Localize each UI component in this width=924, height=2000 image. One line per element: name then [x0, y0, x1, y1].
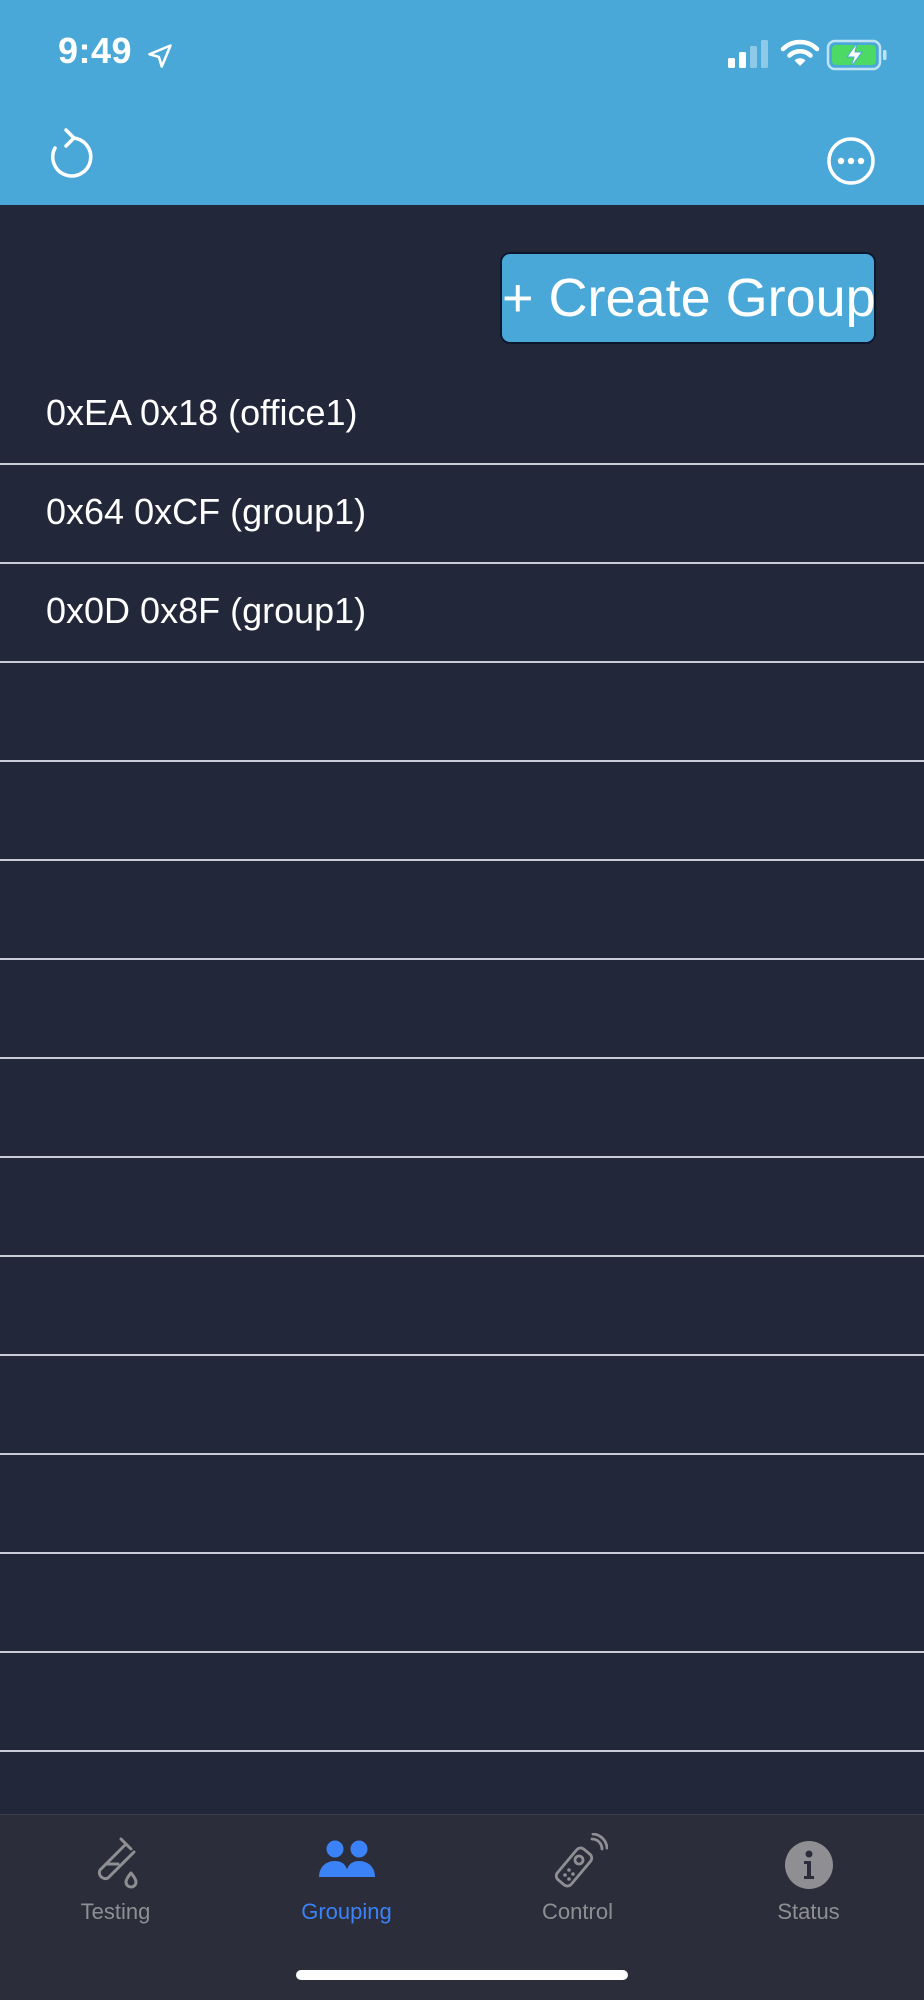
list-item	[0, 960, 924, 1059]
list-item-label: 0x64 0xCF (group1)	[46, 491, 367, 532]
wifi-icon	[780, 39, 820, 66]
list-item	[0, 1059, 924, 1158]
tab-label: Testing	[80, 1899, 151, 1924]
tab-control[interactable]: Control	[462, 1815, 693, 1935]
create-group-button[interactable]: + Create Group	[500, 252, 876, 344]
list-item	[0, 762, 924, 861]
list-item	[0, 1653, 924, 1752]
list-item	[0, 861, 924, 960]
tab-grouping[interactable]: Grouping	[231, 1815, 462, 1935]
battery-charging-icon	[826, 39, 887, 71]
list-item-label: 0xEA 0x18 (office1)	[46, 392, 358, 433]
more-options-icon	[827, 137, 875, 185]
tab-label: Status	[777, 1899, 840, 1924]
more-options-button[interactable]	[822, 132, 880, 190]
list-item	[0, 1554, 924, 1653]
people-icon	[318, 1840, 375, 1877]
app-screen: 9:49 + Create Group 0xEA 0x18 (office1) …	[0, 0, 924, 2000]
refresh-button[interactable]	[40, 126, 100, 186]
location-arrow-icon	[148, 44, 172, 68]
list-item	[0, 663, 924, 762]
status-time: 9:49	[58, 30, 133, 71]
list-item	[0, 1158, 924, 1257]
cellular-signal-icon	[728, 40, 768, 68]
list-item-label: 0x0D 0x8F (group1)	[46, 590, 367, 631]
test-tube-icon	[97, 1837, 137, 1889]
remote-control-icon	[554, 1833, 608, 1888]
tab-label: Grouping	[301, 1899, 392, 1924]
list-item	[0, 1356, 924, 1455]
info-icon	[784, 1841, 833, 1889]
list-item[interactable]: 0x64 0xCF (group1)	[0, 465, 924, 564]
group-list: 0xEA 0x18 (office1) 0x64 0xCF (group1) 0x0…	[0, 366, 924, 1851]
status-bar: 9:49	[0, 0, 924, 110]
tab-testing[interactable]: Testing	[0, 1815, 231, 1935]
refresh-icon	[51, 128, 93, 178]
list-item	[0, 1455, 924, 1554]
tab-status[interactable]: Status	[693, 1815, 924, 1935]
tab-label: Control	[542, 1899, 613, 1924]
list-item	[0, 1257, 924, 1356]
list-item[interactable]: 0xEA 0x18 (office1)	[0, 366, 924, 465]
header: 9:49	[0, 0, 924, 205]
home-indicator	[296, 1970, 628, 1980]
nav-bar	[0, 110, 924, 205]
list-item[interactable]: 0x0D 0x8F (group1)	[0, 564, 924, 663]
